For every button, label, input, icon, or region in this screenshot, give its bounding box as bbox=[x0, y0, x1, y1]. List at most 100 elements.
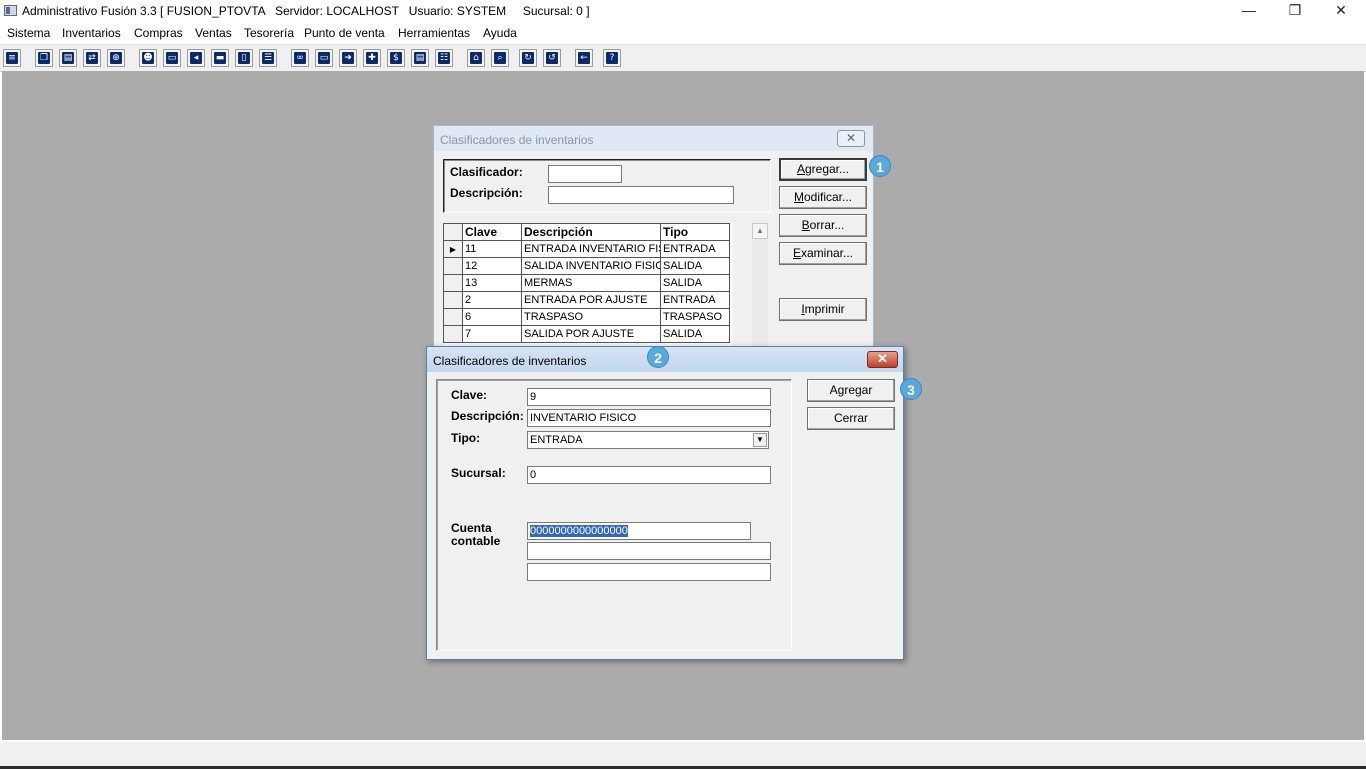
cell-descripcion: SALIDA POR AJUSTE bbox=[521, 325, 661, 343]
col-descripcion[interactable]: Descripción bbox=[521, 223, 661, 241]
clave-field[interactable]: 9 bbox=[527, 388, 771, 406]
menu-compras[interactable]: Compras bbox=[134, 26, 183, 40]
table-row[interactable]: 13 MERMAS SALIDA bbox=[443, 274, 730, 292]
card-icon[interactable]: ▭ bbox=[315, 49, 333, 67]
cuenta-contable-label: Cuenta contable bbox=[451, 521, 501, 548]
cell-tipo: TRASPASO bbox=[660, 308, 730, 326]
imprimir-button[interactable]: Imprimir bbox=[779, 298, 867, 321]
col-clave[interactable]: Clave bbox=[462, 223, 522, 241]
menu-sistema[interactable]: Sistema bbox=[7, 26, 50, 40]
restore-button[interactable]: ❐ bbox=[1272, 0, 1318, 22]
minimize-button[interactable]: — bbox=[1226, 0, 1272, 22]
cell-descripcion: ENTRADA POR AJUSTE bbox=[521, 291, 661, 309]
descripcion-field[interactable]: INVENTARIO FISICO bbox=[527, 409, 771, 427]
row-indicator bbox=[443, 325, 463, 343]
row-indicator bbox=[443, 308, 463, 326]
tipo-label: Tipo: bbox=[451, 431, 481, 445]
dollar-icon[interactable]: $ bbox=[387, 49, 405, 67]
menu-punto-de-venta[interactable]: Punto de venta bbox=[304, 26, 385, 40]
cuenta-desc-field-2[interactable] bbox=[527, 563, 771, 581]
clasificador-field[interactable] bbox=[548, 165, 622, 183]
edit-dialog-title: Clasificadores de inventarios bbox=[433, 354, 587, 368]
classifiers-grid[interactable]: Clave Descripción Tipo ▶ 11 ENTRADA INVE… bbox=[443, 223, 733, 348]
folder-icon[interactable]: ▭ bbox=[163, 49, 181, 67]
col-tipo[interactable]: Tipo bbox=[660, 223, 730, 241]
print-left-icon[interactable]: ◂ bbox=[187, 49, 205, 67]
menu-ventas[interactable]: Ventas bbox=[195, 26, 232, 40]
undo-icon[interactable]: ↺ bbox=[543, 49, 561, 67]
zoom-icon[interactable]: ⊕ bbox=[107, 49, 125, 67]
document-icon[interactable]: ▯ bbox=[235, 49, 253, 67]
row-indicator bbox=[443, 274, 463, 292]
step-badge-2: 2 bbox=[647, 346, 669, 368]
agregar-button[interactable]: Agregar bbox=[807, 379, 895, 402]
tree-icon[interactable]: ☷ bbox=[435, 49, 453, 67]
table-row[interactable]: 12 SALIDA INVENTARIO FISICO SALIDA bbox=[443, 257, 730, 275]
list-dialog-close-icon[interactable]: ✕ bbox=[837, 130, 865, 147]
tipo-select[interactable]: ENTRADA ▼ bbox=[527, 431, 769, 449]
export-icon[interactable]: ➜ bbox=[339, 49, 357, 67]
home-icon[interactable]: ⌂ bbox=[467, 49, 485, 67]
toolbar: ≡ ❐ ▤ ⇄ ⊕ ☻ ▭ ◂ ▬ ▯ ☰ ∞ ▭ ➜ ✚ $ ▤ ☷ ⌂ ⌕ … bbox=[0, 44, 1366, 72]
list-dialog-title: Clasificadores de inventarios bbox=[440, 133, 594, 147]
cuenta-contable-value: 0000000000000000 bbox=[530, 525, 628, 537]
close-window-button[interactable]: ✕ bbox=[1318, 0, 1364, 22]
scroll-up-icon[interactable]: ▲ bbox=[752, 223, 768, 239]
step-badge-3: 3 bbox=[900, 378, 922, 400]
cell-clave: 12 bbox=[462, 257, 522, 275]
cell-clave: 6 bbox=[462, 308, 522, 326]
sucursal-field[interactable]: 0 bbox=[527, 466, 771, 484]
grid-scrollbar[interactable]: ▲ bbox=[752, 223, 768, 348]
add-icon[interactable]: ✚ bbox=[363, 49, 381, 67]
cell-tipo: ENTRADA bbox=[660, 291, 730, 309]
cuenta-contable-field[interactable]: 0000000000000000 bbox=[527, 522, 751, 540]
window-title: Administrativo Fusión 3.3 [ FUSION_PTOVT… bbox=[22, 4, 590, 18]
examinar-button[interactable]: Examinar... bbox=[779, 242, 867, 265]
cell-clave: 13 bbox=[462, 274, 522, 292]
cell-tipo: SALIDA bbox=[660, 257, 730, 275]
cerrar-button[interactable]: Cerrar bbox=[807, 407, 895, 430]
cell-descripcion: MERMAS bbox=[521, 274, 661, 292]
grid-header-row: Clave Descripción Tipo bbox=[443, 223, 730, 241]
menu-bar: Sistema Inventarios Compras Ventas Tesor… bbox=[0, 23, 1366, 43]
cell-tipo: ENTRADA bbox=[660, 240, 730, 258]
clasificador-label: Clasificador: bbox=[450, 165, 523, 179]
descripcion-filter-label: Descripción: bbox=[450, 186, 523, 200]
list-icon[interactable]: ☰ bbox=[259, 49, 277, 67]
exchange-icon[interactable]: ⇄ bbox=[83, 49, 101, 67]
menu-inventarios[interactable]: Inventarios bbox=[62, 26, 121, 40]
user-icon[interactable]: ☻ bbox=[139, 49, 157, 67]
menu-ayuda[interactable]: Ayuda bbox=[483, 26, 517, 40]
search-icon[interactable]: ⌕ bbox=[491, 49, 509, 67]
agregar-ellipsis-button[interactable]: Agregar... bbox=[779, 158, 867, 181]
table-row[interactable]: 2 ENTRADA POR AJUSTE ENTRADA bbox=[443, 291, 730, 309]
menu-herramientas[interactable]: Herramientas bbox=[398, 26, 470, 40]
list-dialog-titlebar: Clasificadores de inventarios ✕ bbox=[434, 126, 873, 151]
descripcion-filter-field[interactable] bbox=[548, 186, 734, 204]
report-icon[interactable]: ▤ bbox=[411, 49, 429, 67]
row-indicator-icon: ▶ bbox=[443, 240, 463, 258]
print-icon[interactable]: ▬ bbox=[211, 49, 229, 67]
table-row[interactable]: 6 TRASPASO TRASPASO bbox=[443, 308, 730, 326]
form-panel: Clave: 9 Descripción: INVENTARIO FISICO … bbox=[436, 379, 792, 651]
table-row[interactable]: 7 SALIDA POR AJUSTE SALIDA bbox=[443, 325, 730, 343]
copy-icon[interactable]: ❐ bbox=[35, 49, 53, 67]
clipboard-icon[interactable]: ▤ bbox=[59, 49, 77, 67]
menu-tesoreria[interactable]: Tesorería bbox=[244, 26, 294, 40]
binoculars-icon[interactable]: ∞ bbox=[291, 49, 309, 67]
edit-dialog-close-icon[interactable]: ✕ bbox=[867, 351, 898, 368]
table-row[interactable]: ▶ 11 ENTRADA INVENTARIO FISICO ENTRADA bbox=[443, 240, 730, 258]
calculator-icon[interactable]: ≡ bbox=[3, 49, 21, 67]
cell-clave: 7 bbox=[462, 325, 522, 343]
modificar-button[interactable]: Modificar... bbox=[779, 186, 867, 209]
help-icon[interactable]: ? bbox=[603, 49, 621, 67]
cell-descripcion: SALIDA INVENTARIO FISICO bbox=[521, 257, 661, 275]
cell-clave: 2 bbox=[462, 291, 522, 309]
back-icon[interactable]: ← bbox=[575, 49, 593, 67]
cuenta-desc-field-1[interactable] bbox=[527, 542, 771, 560]
grid-corner bbox=[443, 223, 463, 241]
refresh-icon[interactable]: ↻ bbox=[519, 49, 537, 67]
tipo-select-value: ENTRADA bbox=[530, 434, 583, 446]
borrar-button[interactable]: Borrar... bbox=[779, 214, 867, 237]
chevron-down-icon[interactable]: ▼ bbox=[753, 433, 767, 447]
